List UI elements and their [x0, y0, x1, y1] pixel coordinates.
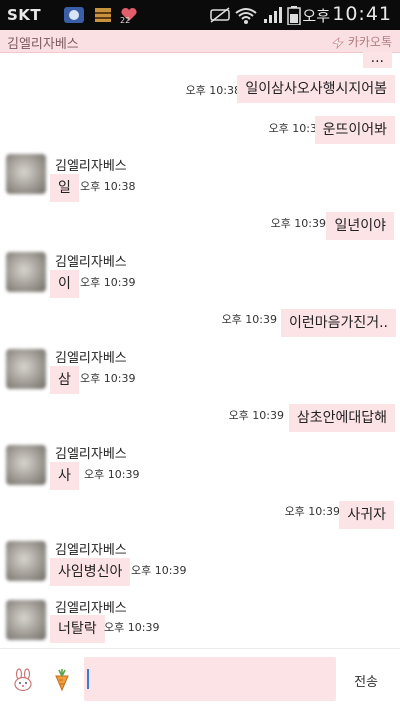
message-text: ... [370, 52, 384, 66]
message-bubble: 사임병신아 [50, 558, 131, 586]
sender-name: 김엘리자베스 [55, 601, 127, 616]
message-text: 사 [58, 468, 71, 484]
message-text: 삼초안에대답해 [296, 410, 387, 426]
status-bar: SKT 22 오후 10:41 [0, 0, 400, 30]
text-cursor [87, 669, 89, 689]
sender-name: 김엘리자베스 [55, 351, 127, 366]
message-bubble: 삼초안에대답해 [288, 404, 395, 432]
sender-name: 김엘리자베스 [55, 447, 127, 462]
message-time: 오후 10:39 [131, 564, 187, 577]
avatar[interactable] [6, 600, 46, 640]
message-text: 이런마음가진거.. [288, 315, 388, 331]
message-text: 사귀자 [347, 507, 386, 523]
message-time: 오후 10:39 [228, 409, 284, 422]
message-time: 오후 10:39 [84, 468, 140, 481]
message-time: 오후 10:39 [80, 372, 136, 385]
carrier-label: SKT [7, 6, 42, 24]
message-text: 삼 [58, 372, 71, 388]
message-bubble: 일년이야 [326, 212, 394, 240]
notes-icon [95, 8, 111, 22]
sender-name: 김엘리자베스 [55, 159, 127, 174]
message-time: 오후 10:38 [80, 180, 136, 193]
avatar[interactable] [6, 154, 46, 194]
wifi-icon [235, 8, 257, 24]
avatar[interactable] [6, 541, 46, 581]
message-bubble: 이런마음가진거.. [280, 309, 396, 337]
avatar[interactable] [6, 349, 46, 389]
bunny-icon[interactable] [11, 668, 35, 692]
message-bubble: 사귀자 [339, 501, 394, 529]
message-text: 일 [58, 180, 71, 196]
message-text: 사임병신아 [58, 564, 123, 580]
message-input[interactable] [84, 657, 336, 701]
message-bubble: 일이삼사오사행시지어봄 [237, 75, 395, 103]
message-time: 오후 10:39 [80, 276, 136, 289]
chat-header: 김엘리자베스 카카오톡 [0, 30, 400, 53]
send-button[interactable]: 전송 [354, 671, 378, 690]
message-time: 오후 10:39 [284, 505, 340, 518]
input-bar: 전송 [0, 648, 400, 712]
signal-icon [264, 7, 282, 23]
carrot-icon[interactable] [50, 668, 74, 692]
message-bubble: 사 [50, 462, 79, 490]
message-bubble: 이 [50, 270, 79, 298]
chat-area[interactable]: ... 오후 10:38 일이삼사오사행시지어봄 오후 10:38 운뜨이어봐 … [0, 52, 400, 648]
status-clock: 10:41 [332, 3, 392, 25]
message-text: 운뜨이어봐 [322, 122, 387, 138]
chat-title: 김엘리자베스 [7, 37, 79, 52]
message-bubble: 운뜨이어봐 [314, 116, 395, 144]
sender-name: 김엘리자베스 [55, 543, 127, 558]
message-time: 오후 10:39 [221, 313, 277, 326]
kakao-lightning-icon [331, 36, 344, 49]
message-time: 오후 10:39 [270, 217, 326, 230]
battery-icon [287, 6, 301, 25]
notification-count: 22 [120, 16, 131, 25]
brand-text: 카카오톡 [347, 35, 392, 49]
message-text: 이 [58, 276, 71, 292]
sender-name: 김엘리자베스 [55, 255, 127, 270]
avatar[interactable] [6, 445, 46, 485]
message-time: 오후 10:38 [185, 84, 241, 97]
gallery-icon [64, 7, 84, 23]
message-bubble: 삼 [50, 366, 79, 394]
status-ampm: 오후 [302, 7, 330, 25]
mute-icon [210, 7, 230, 23]
message-text: 일년이야 [334, 218, 386, 234]
brand-label: 카카오톡 [331, 33, 392, 50]
message-text: 일이삼사오사행시지어봄 [245, 81, 387, 97]
message-bubble: ... [362, 52, 392, 68]
message-bubble: 일 [50, 174, 79, 202]
message-bubble: 너탈락 [50, 615, 105, 643]
avatar[interactable] [6, 252, 46, 292]
message-time: 오후 10:39 [104, 621, 160, 634]
message-text: 너탈락 [58, 621, 97, 637]
